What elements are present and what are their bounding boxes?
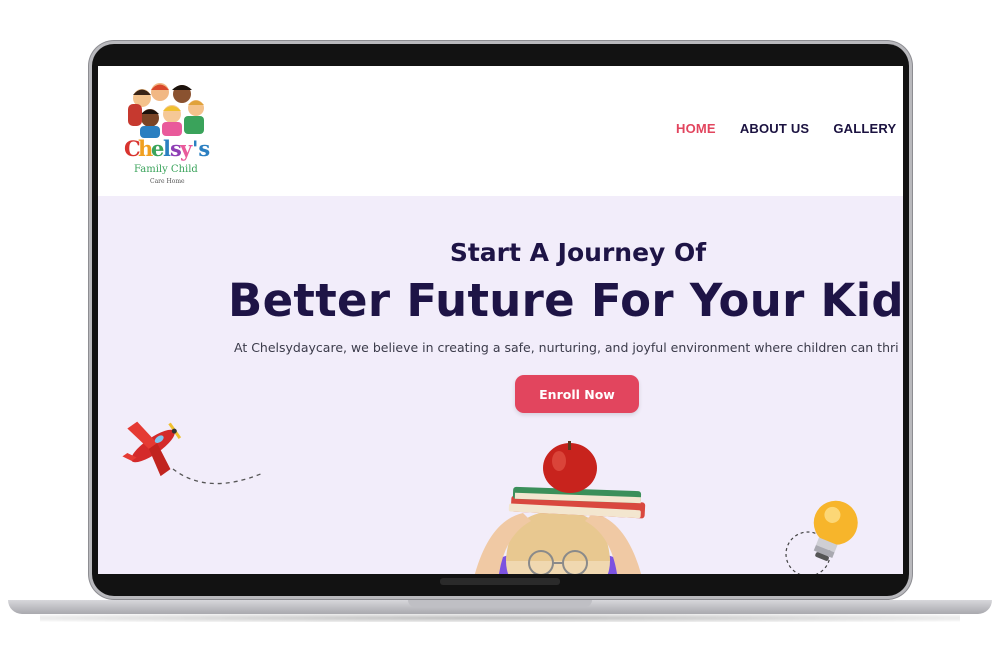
laptop-hinge [440, 578, 560, 585]
svg-text:y: y [179, 136, 193, 161]
hero-subtitle: Start A Journey Of [449, 238, 707, 267]
hero-title: Better Future For Your Kid [228, 274, 903, 327]
child-with-books-image [474, 441, 646, 574]
enroll-now-button[interactable]: Enroll Now [515, 375, 639, 413]
nav-item-home[interactable]: HOME [676, 121, 716, 136]
laptop-screen: C h e l s y 's Family Child Care Home HO… [98, 66, 903, 574]
flight-path-dashes [172, 468, 264, 485]
svg-text:'s: 's [192, 136, 210, 161]
site-logo[interactable]: C h e l s y 's Family Child Care Home [120, 76, 212, 186]
hero-description: At Chelsydaycare, we believe in creating… [234, 340, 899, 355]
main-nav: HOME ABOUT US GALLERY [676, 121, 896, 136]
light-bulb-icon [785, 500, 858, 574]
site-header: C h e l s y 's Family Child Care Home HO… [98, 66, 903, 196]
svg-text:Care Home: Care Home [150, 178, 185, 185]
laptop-base-notch [408, 600, 592, 607]
laptop-shadow [40, 614, 960, 622]
svg-text:Family Child: Family Child [134, 164, 198, 175]
nav-item-about-us[interactable]: ABOUT US [740, 121, 810, 136]
nav-item-gallery[interactable]: GALLERY [833, 121, 896, 136]
